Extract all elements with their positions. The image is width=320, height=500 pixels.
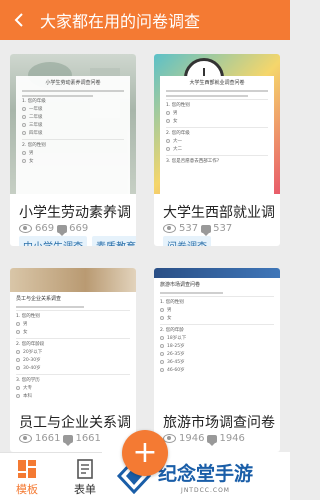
card-stats: 1661 1661 [19, 433, 101, 446]
use-count: 669 [69, 223, 89, 234]
radio-icon [160, 368, 164, 372]
eye-icon [163, 224, 176, 233]
tag[interactable]: 中小学生调查 [19, 236, 87, 246]
tag[interactable]: 素质教育 [92, 236, 136, 246]
radio-icon [166, 119, 170, 123]
plus-icon: + [132, 435, 158, 470]
watermark-name: 纪念堂手游 [158, 462, 254, 485]
radio-icon [166, 147, 170, 151]
card-stats: 1946 1946 [163, 433, 245, 446]
radio-icon [160, 360, 164, 364]
template-grid: 小学生劳动素养调查问卷 1. 您的年级 一年级 二年级 三年级 四年级 2. 您… [0, 40, 290, 452]
view-count: 537 [179, 223, 199, 234]
view-count: 669 [35, 223, 55, 234]
radio-icon [160, 316, 164, 320]
template-card[interactable]: 员工与企业关系调查 1. 您的性别 男 女 2. 您的年龄段 20岁以下 20-… [10, 268, 136, 452]
view-count: 1661 [35, 433, 61, 444]
card-title: 小学生劳动素养调... [19, 205, 131, 221]
radio-icon [160, 336, 164, 340]
radio-icon [16, 386, 20, 390]
card-title: 大学生西部就业调... [163, 205, 275, 221]
radio-icon [22, 159, 26, 163]
card-stats: 537 537 [163, 223, 233, 236]
back-button[interactable] [0, 0, 40, 40]
top-bar: 大家都在用的问卷调查 [0, 0, 290, 40]
tab-template[interactable]: 模板 [2, 453, 52, 500]
template-thumbnail: 小学生劳动素养调查问卷 1. 您的年级 一年级 二年级 三年级 四年级 2. 您… [10, 54, 136, 194]
watermark-url: JNTDCC.COM [181, 486, 230, 494]
view-count: 1946 [179, 433, 205, 444]
tag-list: 问卷调查 [163, 236, 280, 246]
tag[interactable]: 问卷调查 [163, 236, 211, 246]
radio-icon [22, 151, 26, 155]
tag-list: 中小学生调查 素质教育 [19, 236, 136, 246]
template-grid-icon [18, 460, 36, 478]
radio-icon [160, 352, 164, 356]
template-thumbnail: 旅游市场调查问卷 1. 您的性别 男 女 2. 您的年龄 18岁以下 18-25… [154, 268, 280, 404]
use-count: 1946 [219, 433, 245, 444]
radio-icon [16, 330, 20, 334]
card-stats: 669 669 [19, 223, 89, 236]
template-thumbnail: 大学生西部就业调查问卷 1. 您的性别 男 女 2. 您的年级 大一 大二 3.… [154, 54, 280, 194]
eye-icon [19, 224, 32, 233]
radio-icon [166, 111, 170, 115]
radio-icon [16, 358, 20, 362]
radio-icon [16, 350, 20, 354]
comment-icon [207, 434, 218, 446]
template-card[interactable]: 大学生西部就业调查问卷 1. 您的性别 男 女 2. 您的年级 大一 大二 3.… [154, 54, 280, 246]
template-card[interactable]: 旅游市场调查问卷 1. 您的性别 男 女 2. 您的年龄 18岁以下 18-25… [154, 268, 280, 452]
radio-icon [16, 322, 20, 326]
comment-icon [63, 434, 74, 446]
radio-icon [16, 394, 20, 398]
add-button[interactable]: + [122, 430, 168, 476]
arrow-left-icon [14, 13, 23, 27]
radio-icon [22, 107, 26, 111]
template-card[interactable]: 小学生劳动素养调查问卷 1. 您的年级 一年级 二年级 三年级 四年级 2. 您… [10, 54, 136, 246]
radio-icon [22, 131, 26, 135]
page-title: 大家都在用的问卷调查 [40, 12, 201, 31]
radio-icon [16, 366, 20, 370]
comment-icon [57, 224, 68, 236]
use-count: 537 [213, 223, 233, 234]
radio-icon [160, 344, 164, 348]
radio-icon [22, 123, 26, 127]
radio-icon [160, 308, 164, 312]
card-title: 旅游市场调查问卷 [163, 415, 275, 431]
card-title: 员工与企业关系调查 [19, 415, 131, 431]
radio-icon [22, 115, 26, 119]
radio-icon [166, 139, 170, 143]
template-thumbnail: 员工与企业关系调查 1. 您的性别 男 女 2. 您的年龄段 20岁以下 20-… [10, 268, 136, 404]
eye-icon [19, 434, 32, 443]
comment-icon [201, 224, 212, 236]
form-icon [77, 459, 93, 479]
use-count: 1661 [75, 433, 101, 444]
